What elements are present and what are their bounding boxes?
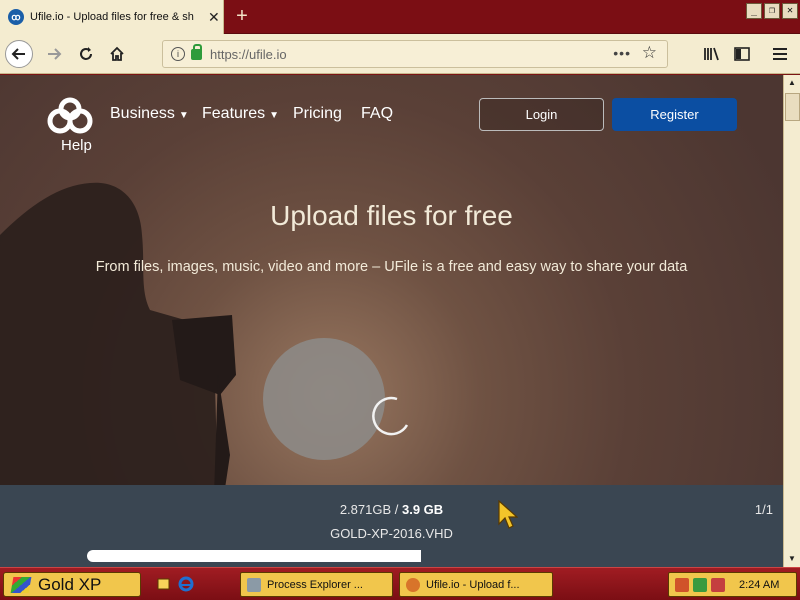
internet-explorer-icon[interactable]	[178, 576, 194, 592]
new-tab-icon[interactable]: +	[230, 4, 254, 28]
hero-subtitle: From files, images, music, video and mor…	[95, 259, 688, 275]
address-bar[interactable]: i ••• ☆	[162, 40, 668, 68]
tab-title: Ufile.io - Upload files for free & sh	[30, 11, 194, 23]
register-button[interactable]: Register	[612, 98, 737, 131]
hamburger-menu-icon[interactable]	[766, 40, 794, 68]
system-tray: 2:24 AM	[668, 572, 797, 597]
library-icon[interactable]	[698, 40, 726, 68]
more-icon[interactable]: •••	[613, 45, 631, 61]
nav-features-link[interactable]: Features ▼	[202, 105, 279, 123]
nav-pricing-link[interactable]: Pricing	[293, 105, 342, 123]
scrollbar-thumb[interactable]	[785, 93, 800, 121]
nav-business-label: Business	[110, 105, 175, 122]
nav-business-link[interactable]: Business ▼	[110, 105, 189, 123]
upload-filename: GOLD-XP-2016.VHD	[330, 526, 453, 541]
nav-help-link[interactable]: Help	[61, 137, 92, 154]
reload-icon[interactable]	[72, 40, 100, 68]
mouse-cursor-icon	[498, 500, 518, 529]
scroll-down-icon[interactable]: ▼	[784, 551, 800, 567]
nav-features-label: Features	[202, 105, 266, 122]
nav-faq-link[interactable]: FAQ	[361, 105, 393, 123]
scroll-up-icon[interactable]: ▲	[784, 75, 800, 91]
home-icon[interactable]	[103, 40, 131, 68]
forward-arrow-icon[interactable]	[40, 40, 68, 68]
page-scrollbar[interactable]: ▲ ▼	[783, 75, 800, 567]
close-tab-icon[interactable]: ✕	[208, 9, 220, 26]
show-desktop-icon[interactable]	[156, 576, 172, 592]
upload-progress-fill	[87, 550, 422, 562]
windows-flag-icon	[10, 576, 32, 593]
page-content: Help Business ▼ Features ▼ Pricing FAQ Log…	[0, 75, 783, 567]
upload-file-count: 1/1	[754, 502, 773, 517]
taskbar: Gold XP Process Explorer ... Ufile.io - …	[0, 567, 800, 600]
process-explorer-icon	[247, 577, 261, 592]
start-button[interactable]: Gold XP	[3, 572, 141, 597]
tray-volume-icon[interactable]	[711, 577, 725, 592]
restore-window-icon[interactable]: ❐	[764, 3, 780, 19]
task-label: Process Explorer ...	[267, 578, 363, 591]
firefox-icon	[406, 577, 420, 592]
url-input[interactable]	[210, 46, 590, 62]
ufile-logo-icon[interactable]	[46, 97, 94, 137]
close-window-icon[interactable]: ✕	[782, 3, 798, 19]
uploaded-size: 2.871GB	[339, 502, 392, 517]
tray-network-icon[interactable]	[675, 577, 689, 592]
chevron-down-icon: ▼	[178, 110, 189, 121]
taskbar-item-process-explorer[interactable]: Process Explorer ...	[240, 572, 393, 597]
tray-security-icon[interactable]	[693, 577, 707, 592]
upload-size-readout: 2.871GB / 3.9 GB	[0, 502, 783, 517]
back-arrow-icon[interactable]	[5, 40, 33, 68]
hero-title: Upload files for free	[270, 200, 513, 231]
info-icon[interactable]: i	[171, 47, 185, 61]
start-label: Gold XP	[38, 574, 102, 594]
upload-progress-bar	[87, 550, 541, 562]
chevron-down-icon: ▼	[269, 110, 280, 121]
login-button[interactable]: Login	[479, 98, 604, 131]
upload-progress-panel: 2.871GB / 3.9 GB GOLD-XP-2016.VHD 1/1	[0, 485, 783, 567]
sidebar-icon[interactable]	[728, 40, 756, 68]
task-label: Ufile.io - Upload f...	[426, 578, 520, 591]
tray-clock: 2:24 AM	[739, 578, 780, 591]
lock-icon	[191, 43, 202, 60]
minimize-window-icon[interactable]: _	[746, 3, 762, 19]
tab-strip: ꝏ Ufile.io - Upload files for free & sh …	[0, 0, 800, 34]
size-separator: /	[391, 502, 402, 517]
browser-tab[interactable]: ꝏ Ufile.io - Upload files for free & sh …	[0, 0, 224, 34]
window-controls: _ ❐ ✕	[746, 3, 798, 19]
site-favicon-icon: ꝏ	[8, 9, 24, 25]
total-size: 3.9 GB	[401, 502, 444, 517]
star-icon[interactable]: ☆	[642, 43, 657, 63]
loading-spinner-icon	[372, 396, 409, 436]
browser-toolbar: i ••• ☆	[0, 34, 800, 74]
taskbar-item-firefox[interactable]: Ufile.io - Upload f...	[399, 572, 553, 597]
